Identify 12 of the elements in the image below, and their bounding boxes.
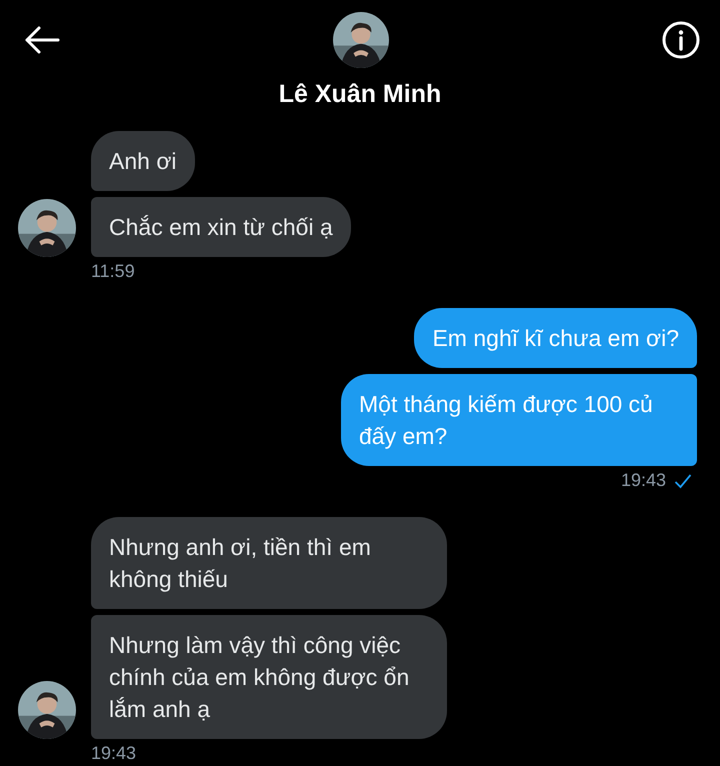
message-time: 11:59 <box>91 261 135 282</box>
message-time: 19:43 <box>91 743 136 764</box>
info-icon[interactable] <box>662 21 700 59</box>
message-bubble: Nhưng anh ơi, tiền thì em không thiếu <box>91 517 447 609</box>
message-bubble: Chắc em xin từ chối ạ <box>91 197 351 257</box>
message-time: 19:43 <box>620 470 666 491</box>
message-bubble: Một tháng kiếm được 100 củ đấy em? <box>341 374 697 466</box>
message-bubble: Nhưng làm vậy thì công việc chính của em không được ổn lắm anh ạ <box>91 615 447 739</box>
contact-name: Lê Xuân Minh <box>278 80 442 109</box>
message-bubble: Em nghĩ kĩ chưa em ơi? <box>414 308 697 368</box>
back-arrow-icon[interactable] <box>24 25 60 55</box>
message-bubble: Anh ơi <box>91 131 195 191</box>
